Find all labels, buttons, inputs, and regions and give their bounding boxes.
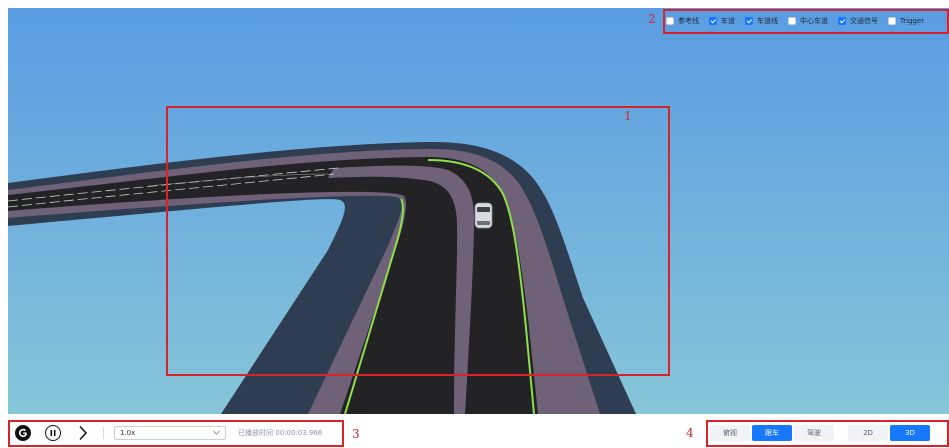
annotation-label-3: 3 (352, 427, 360, 441)
checkbox-trigger[interactable] (888, 17, 896, 25)
annotation-label-4: 4 (686, 426, 694, 440)
toggle-trigger[interactable]: Trigger (888, 17, 924, 25)
toggle-reference-line[interactable]: 参考线 (666, 16, 699, 26)
checkbox-lanes[interactable] (709, 17, 717, 25)
view-follow-button[interactable]: 跟车 (752, 425, 792, 441)
toggle-traffic-signals[interactable]: 交通信号 (838, 16, 878, 26)
view-top-button[interactable]: 俯视 (710, 425, 750, 441)
checkbox-reference-line[interactable] (666, 17, 674, 25)
toggle-center-lane[interactable]: 中心车道 (788, 16, 828, 26)
view-driver-button[interactable]: 驾驶 (794, 425, 834, 441)
checkbox-lane-lines[interactable] (745, 17, 753, 25)
annotation-label-2: 2 (648, 12, 656, 26)
divider (103, 427, 104, 439)
pause-icon[interactable] (45, 425, 61, 441)
toggle-lanes[interactable]: 车道 (709, 16, 735, 26)
view-3d-button[interactable]: 3D (890, 425, 930, 441)
toggle-label: 车道 (721, 17, 735, 25)
toggle-label: Trigger (900, 17, 925, 25)
chevron-down-icon (213, 429, 220, 437)
checkbox-traffic-signals[interactable] (838, 17, 846, 25)
elapsed-value: 00:00:03.966 (275, 429, 323, 437)
view-2d-button[interactable]: 2D (848, 425, 888, 441)
toggle-label: 车道线 (757, 17, 778, 25)
elapsed-time: 已播放时间 00:00:03.966 (238, 428, 322, 438)
step-forward-icon[interactable] (75, 425, 91, 441)
toggle-label: 参考线 (678, 17, 699, 25)
checkbox-center-lane[interactable] (788, 17, 796, 25)
annotation-box-1 (166, 106, 670, 376)
toggle-lane-lines[interactable]: 车道线 (745, 16, 778, 26)
speed-value: 1.0x (120, 429, 136, 437)
replay-icon[interactable] (15, 425, 31, 441)
view-mode-bar: 俯视 跟车 驾驶 2D 3D (710, 425, 930, 441)
overlay-toggle-bar: 参考线 车道 车道线 中心车道 交通信号 Trigger (666, 12, 924, 30)
annotation-label-1: 1 (624, 109, 632, 123)
playback-controls: 1.0x 已播放时间 00:00:03.966 (15, 423, 322, 443)
speed-select[interactable]: 1.0x (114, 426, 226, 440)
toggle-label: 中心车道 (800, 17, 828, 25)
toggle-label: 交通信号 (850, 17, 878, 25)
elapsed-label: 已播放时间 (238, 429, 273, 437)
